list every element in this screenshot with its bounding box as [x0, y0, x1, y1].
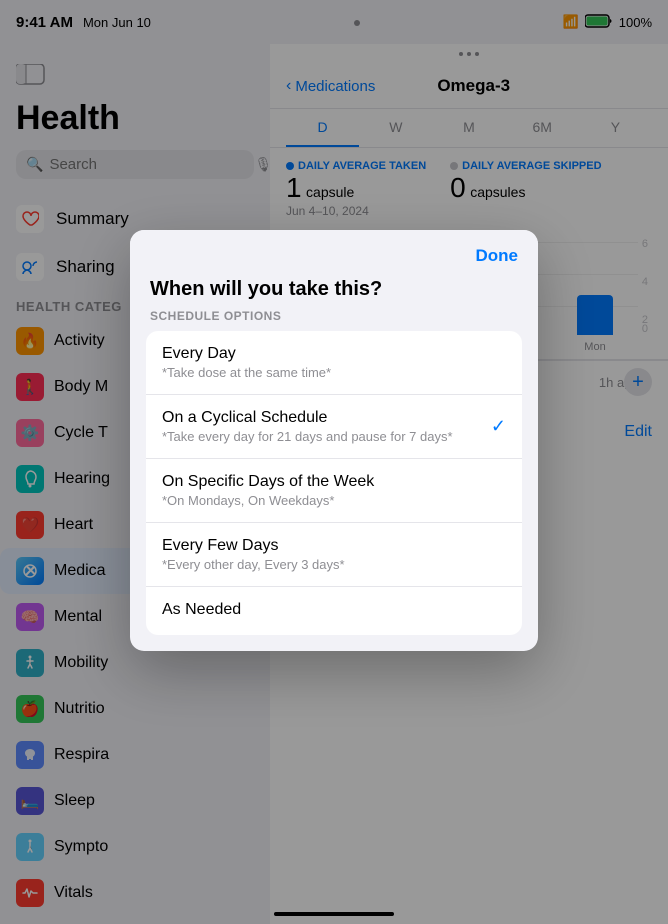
option-specific-days[interactable]: On Specific Days of the Week *On Mondays… — [146, 459, 522, 523]
option-every-day-title: Every Day — [162, 345, 331, 363]
option-specific-days-title: On Specific Days of the Week — [162, 473, 374, 491]
option-every-day-content: Every Day *Take dose at the same time* — [162, 345, 331, 380]
option-every-few-days-content: Every Few Days *Every other day, Every 3… — [162, 537, 345, 572]
option-specific-days-subtitle: *On Mondays, On Weekdays* — [162, 493, 374, 508]
option-every-few-days-subtitle: *Every other day, Every 3 days* — [162, 557, 345, 572]
cyclical-check-icon: ✓ — [491, 416, 506, 437]
option-cyclical-title: On a Cyclical Schedule — [162, 409, 453, 427]
option-cyclical[interactable]: On a Cyclical Schedule *Take every day f… — [146, 395, 522, 459]
modal-question: When will you take this? — [130, 266, 538, 305]
option-cyclical-subtitle: *Take every day for 21 days and pause fo… — [162, 429, 453, 444]
modal-options-list: Every Day *Take dose at the same time* O… — [146, 331, 522, 635]
option-specific-days-content: On Specific Days of the Week *On Mondays… — [162, 473, 374, 508]
modal-done-button[interactable]: Done — [476, 246, 519, 266]
option-as-needed-content: As Needed — [162, 601, 241, 621]
option-every-few-days-title: Every Few Days — [162, 537, 345, 555]
option-cyclical-content: On a Cyclical Schedule *Take every day f… — [162, 409, 453, 444]
option-every-day[interactable]: Every Day *Take dose at the same time* — [146, 331, 522, 395]
modal-section-label: SCHEDULE OPTIONS — [130, 305, 538, 331]
option-as-needed-title: As Needed — [162, 601, 241, 619]
option-every-few-days[interactable]: Every Few Days *Every other day, Every 3… — [146, 523, 522, 587]
schedule-modal: Done When will you take this? SCHEDULE O… — [130, 230, 538, 651]
option-every-day-subtitle: *Take dose at the same time* — [162, 365, 331, 380]
option-as-needed[interactable]: As Needed — [146, 587, 522, 635]
modal-header: Done — [130, 230, 538, 266]
